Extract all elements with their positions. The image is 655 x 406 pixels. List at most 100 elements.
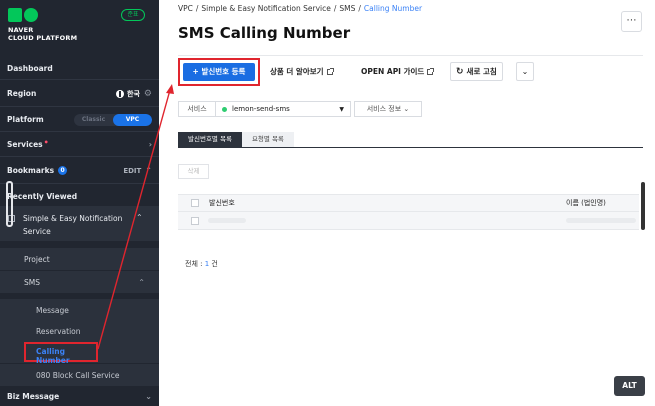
platform-toggle[interactable]: Classic VPC bbox=[74, 113, 152, 126]
region-value: 한국 bbox=[127, 89, 140, 98]
chevron-down-icon: ⌄ bbox=[403, 105, 410, 113]
platform-label: Platform bbox=[7, 115, 44, 124]
sidebar-item-reservation[interactable]: Reservation bbox=[0, 320, 159, 342]
breadcrumb-sms[interactable]: SMS bbox=[339, 4, 355, 13]
bookmarks-edit-button[interactable]: EDIT bbox=[123, 167, 141, 175]
service-info-label: 서비스 정보 bbox=[366, 105, 402, 113]
service-select[interactable]: lemon-send-sms ▼ bbox=[216, 101, 351, 117]
table-header: 발신번호 이름 (법인명) bbox=[178, 194, 639, 212]
required-dot-icon: • bbox=[43, 138, 49, 147]
product-info-label: 상품 더 알아보기 bbox=[270, 67, 324, 76]
total-number: 1 bbox=[204, 260, 210, 268]
sidebar-item-services[interactable]: Services • › bbox=[0, 133, 159, 157]
service-info-button[interactable]: 서비스 정보 ⌄ bbox=[354, 101, 422, 117]
sms-label: SMS bbox=[24, 277, 40, 287]
refresh-label: 새로 고침 bbox=[466, 67, 497, 76]
sidebar-item-project[interactable]: Project bbox=[0, 248, 159, 270]
product-info-button[interactable]: 상품 더 알아보기 bbox=[265, 62, 338, 81]
divider bbox=[178, 55, 643, 56]
total-prefix: 전체 : bbox=[185, 260, 203, 268]
tabs: 발신번호별 목록 요청별 목록 bbox=[178, 132, 294, 147]
main-content: VPC / Simple & Easy Notification Service… bbox=[159, 0, 655, 406]
globe-icon bbox=[116, 89, 125, 98]
message-label: Message bbox=[36, 305, 69, 315]
total-suffix: 건 bbox=[211, 260, 218, 268]
api-guide-button[interactable]: OPEN API 가이드 bbox=[356, 62, 438, 81]
column-calling-number: 발신번호 bbox=[209, 199, 235, 207]
breadcrumb-separator: / bbox=[195, 4, 199, 13]
sidebar-platform: Platform Classic VPC bbox=[0, 108, 159, 132]
total-count: 전체 : 1 건 bbox=[185, 259, 218, 269]
redacted-number bbox=[208, 218, 246, 223]
status-dot-icon bbox=[222, 106, 227, 112]
breadcrumb: VPC / Simple & Easy Notification Service… bbox=[178, 4, 422, 13]
toolbar-dropdown-button[interactable]: ⌄ bbox=[516, 62, 534, 81]
dropdown-triangle-icon: ▼ bbox=[339, 105, 344, 113]
platform-option-classic[interactable]: Classic bbox=[74, 114, 113, 126]
bookmarks-count-badge: 0 bbox=[58, 166, 68, 175]
chevron-down-icon: ⌄ bbox=[521, 67, 529, 76]
platform-option-vpc[interactable]: VPC bbox=[113, 113, 152, 126]
gear-icon[interactable]: ⚙ bbox=[144, 89, 152, 99]
sidebar-item-dashboard[interactable]: Dashboard bbox=[0, 58, 159, 80]
table-row[interactable] bbox=[178, 212, 639, 230]
calling-number-table: 발신번호 이름 (법인명) bbox=[178, 194, 639, 230]
text-cursor-icon bbox=[6, 181, 13, 227]
sidebar-item-080-block[interactable]: 080 Block Call Service bbox=[0, 364, 159, 386]
sidebar: NAVER CLOUD PLATFORM 준표 Dashboard Region… bbox=[0, 0, 159, 406]
sidebar-item-message[interactable]: Message bbox=[0, 299, 159, 321]
select-all-checkbox[interactable] bbox=[191, 199, 199, 207]
tab-underline bbox=[178, 147, 643, 148]
naver-logo-icon bbox=[8, 8, 38, 22]
sidebar-item-sms[interactable]: SMS ⌃ bbox=[0, 271, 159, 293]
breadcrumb-separator: / bbox=[333, 4, 337, 13]
services-label: Services bbox=[7, 140, 43, 149]
biz-message-label: Biz Message bbox=[7, 391, 60, 401]
column-name: 이름 (법인명) bbox=[566, 199, 606, 207]
refresh-button[interactable]: ↻ 새로 고침 bbox=[450, 62, 503, 81]
page-title: SMS Calling Number bbox=[178, 24, 351, 42]
sidebar-item-biz-message[interactable]: Biz Message ⌄ bbox=[0, 386, 159, 406]
logo-line2: CLOUD PLATFORM bbox=[8, 34, 78, 42]
register-calling-number-button[interactable]: + 발신번호 등록 bbox=[183, 63, 255, 81]
sidebar-region: Region 한국 ⚙ bbox=[0, 81, 159, 107]
chevron-up-icon[interactable]: ⌃ bbox=[136, 213, 143, 222]
breadcrumb-separator: / bbox=[358, 4, 361, 13]
bookmarks-label: Bookmarks bbox=[7, 166, 55, 175]
chevron-up-icon: ⌃ bbox=[138, 277, 145, 287]
region-label: Region bbox=[7, 89, 37, 98]
recently-viewed-label: Recently Viewed bbox=[7, 191, 78, 201]
breadcrumb-service[interactable]: Simple & Easy Notification Service bbox=[201, 4, 330, 13]
breadcrumb-current: Calling Number bbox=[363, 4, 423, 13]
reservation-label: Reservation bbox=[36, 326, 81, 336]
chevron-right-icon: › bbox=[148, 140, 152, 149]
redacted-name bbox=[566, 218, 636, 223]
sidebar-recently-viewed: Recently Viewed bbox=[0, 186, 159, 206]
tab-by-request[interactable]: 요청별 목록 bbox=[241, 132, 294, 147]
service-name: Simple & Easy Notification Service bbox=[23, 214, 123, 236]
api-guide-label: OPEN API 가이드 bbox=[361, 67, 425, 76]
alt-badge: ALT bbox=[614, 376, 645, 396]
service-select-value: lemon-send-sms bbox=[232, 105, 290, 113]
chevron-down-icon: ⌄ bbox=[145, 391, 152, 401]
row-checkbox[interactable] bbox=[191, 217, 199, 225]
more-options-button[interactable]: ⋯ bbox=[621, 11, 642, 32]
tab-by-number[interactable]: 발신번호별 목록 bbox=[178, 132, 242, 147]
delete-button[interactable]: 삭제 bbox=[178, 164, 209, 179]
service-filter: 서비스 lemon-send-sms ▼ 서비스 정보 ⌄ bbox=[178, 101, 422, 117]
dashboard-label: Dashboard bbox=[7, 64, 53, 73]
sidebar-item-calling-number[interactable]: Calling Number bbox=[24, 342, 98, 365]
region-selector[interactable]: 한국 bbox=[116, 89, 140, 99]
breadcrumb-vpc[interactable]: VPC bbox=[178, 4, 193, 13]
scrollbar[interactable] bbox=[641, 182, 645, 230]
calling-number-label: Calling Number bbox=[36, 347, 70, 365]
register-highlight: + 발신번호 등록 bbox=[178, 58, 260, 86]
refresh-icon: ↻ bbox=[456, 66, 464, 77]
service-filter-label: 서비스 bbox=[178, 101, 216, 117]
block-call-label: 080 Block Call Service bbox=[36, 370, 120, 380]
project-label: Project bbox=[24, 254, 50, 264]
language-badge[interactable]: 준표 bbox=[121, 9, 145, 21]
sidebar-item-bookmarks[interactable]: Bookmarks 0 EDIT ⌃ bbox=[0, 158, 159, 184]
chevron-up-icon[interactable]: ⌃ bbox=[145, 166, 152, 175]
logo-line1: NAVER bbox=[8, 26, 34, 34]
